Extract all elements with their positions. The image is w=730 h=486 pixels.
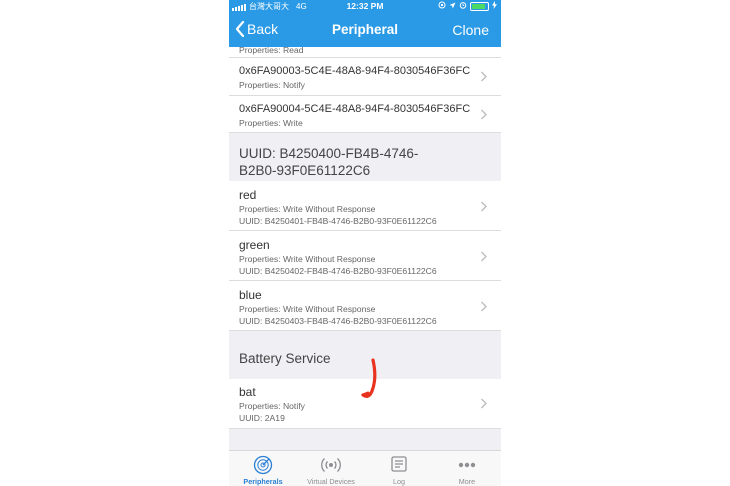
more-icon xyxy=(458,462,476,468)
characteristic-uuid: UUID: B4250402-FB4B-4746-B2B0-93F0E61122… xyxy=(239,266,437,276)
location-icon xyxy=(449,2,456,11)
tab-virtual-devices[interactable]: Virtual Devices xyxy=(297,453,365,486)
characteristic-uuid: UUID: B4250403-FB4B-4746-B2B0-93F0E61122… xyxy=(239,316,437,326)
characteristic-title: 0x6FA90003-5C4E-48A8-94F4-8030546F36FC xyxy=(239,65,471,77)
status-bar: 台灣大哥大 4G 12:32 PM xyxy=(229,0,501,13)
tab-label: More xyxy=(458,477,476,486)
broadcast-icon xyxy=(321,458,341,472)
service-uuid-line1: UUID: B4250400-FB4B-4746- xyxy=(239,146,419,161)
tab-label: Virtual Devices xyxy=(307,477,355,486)
tab-label: Log xyxy=(393,477,405,486)
list-item[interactable]: 0x6FA90003-5C4E-48A8-94F4-8030546F36FC P… xyxy=(229,58,501,96)
service-header: UUID: B4250400-FB4B-4746- B2B0-93F0E6112… xyxy=(229,133,501,181)
characteristic-title: red xyxy=(239,188,257,202)
characteristic-properties: Properties: Write xyxy=(239,118,303,128)
tab-label: Peripherals xyxy=(243,477,283,486)
chevron-right-icon xyxy=(481,201,487,212)
service-uuid-line2: B2B0-93F0E61122C6 xyxy=(239,163,371,178)
log-icon xyxy=(391,456,407,472)
chevron-right-icon xyxy=(481,251,487,262)
tab-log[interactable]: Log xyxy=(365,453,433,486)
characteristic-properties: Properties: Notify xyxy=(239,80,305,90)
tab-more[interactable]: More xyxy=(433,453,501,486)
chevron-right-icon xyxy=(481,109,487,120)
characteristic-properties: Properties: Write Without Response xyxy=(239,304,376,314)
tab-bar: Peripherals Virtual Devices Log More xyxy=(229,450,501,486)
characteristic-properties: Properties: Notify xyxy=(239,401,305,411)
list-item[interactable]: red Properties: Write Without Response U… xyxy=(229,181,501,231)
status-right xyxy=(438,1,497,11)
orientation-lock-icon xyxy=(438,1,446,11)
characteristic-title: bat xyxy=(239,385,256,399)
battery-icon xyxy=(470,1,489,11)
chevron-right-icon xyxy=(481,301,487,312)
characteristic-uuid: UUID: B4250401-FB4B-4746-B2B0-93F0E61122… xyxy=(239,216,437,226)
alarm-icon xyxy=(459,1,467,11)
list-item[interactable]: green Properties: Write Without Response… xyxy=(229,231,501,281)
phone-screen: 台灣大哥大 4G 12:32 PM Back Peripheral Clone … xyxy=(229,0,501,486)
characteristic-properties: Properties: Write Without Response xyxy=(239,204,376,214)
characteristic-title: green xyxy=(239,238,270,252)
service-name: Battery Service xyxy=(239,351,331,366)
clone-button[interactable]: Clone xyxy=(452,22,489,38)
charging-icon xyxy=(492,1,497,11)
characteristic-properties: Properties: Write Without Response xyxy=(239,254,376,264)
list-item[interactable]: blue Properties: Write Without Response … xyxy=(229,281,501,331)
characteristic-properties: Properties: Read xyxy=(239,47,304,55)
list-item[interactable]: Properties: Read xyxy=(229,47,501,58)
radar-icon xyxy=(253,455,273,475)
tab-peripherals[interactable]: Peripherals xyxy=(229,453,297,486)
chevron-right-icon xyxy=(481,398,487,409)
characteristic-uuid: UUID: 2A19 xyxy=(239,413,285,423)
chevron-right-icon xyxy=(481,71,487,82)
list-item[interactable]: 0x6FA90004-5C4E-48A8-94F4-8030546F36FC P… xyxy=(229,96,501,133)
characteristic-title: blue xyxy=(239,288,262,302)
characteristic-title: 0x6FA90004-5C4E-48A8-94F4-8030546F36FC xyxy=(239,103,471,115)
navigation-bar: Back Peripheral Clone xyxy=(229,13,501,47)
annotation-arrow-icon xyxy=(361,358,377,398)
